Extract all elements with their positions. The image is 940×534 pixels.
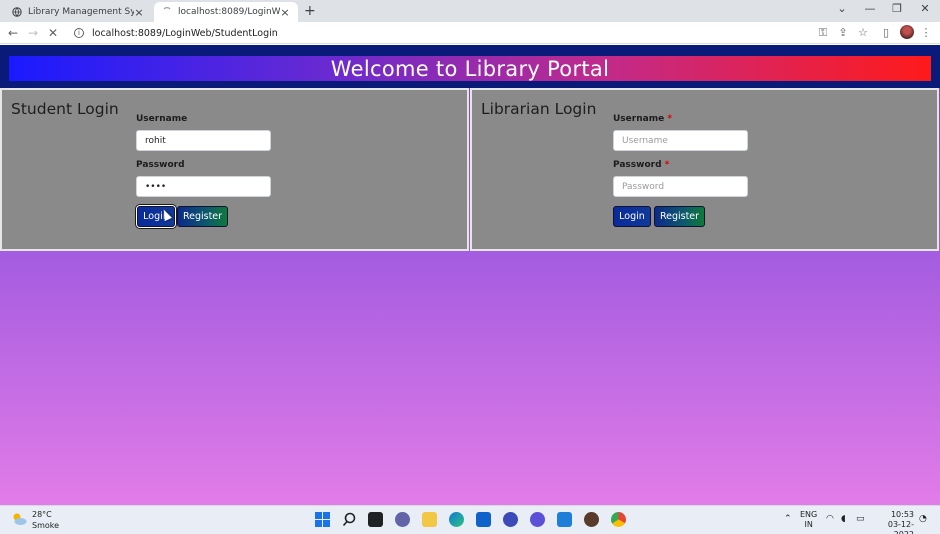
chat-icon[interactable] bbox=[395, 512, 410, 527]
password-label: Password * bbox=[613, 160, 669, 170]
stop-loading-icon[interactable]: ✕ bbox=[46, 26, 60, 40]
password-label: Password bbox=[136, 160, 185, 170]
file-explorer-icon[interactable] bbox=[422, 512, 437, 527]
tab-search-icon[interactable]: ⌄ bbox=[834, 2, 850, 15]
weather-temperature: 28°C bbox=[32, 510, 52, 519]
site-info-icon[interactable]: i bbox=[74, 28, 84, 38]
tab-title: localhost:8089/LoginWeb/Stude bbox=[178, 7, 280, 17]
weather-sun-cloud-icon[interactable] bbox=[11, 512, 27, 526]
region-code: IN bbox=[804, 520, 813, 529]
tab-title: Library Management System bbox=[28, 7, 134, 17]
student-password-input[interactable]: •••• bbox=[136, 176, 271, 197]
edge-browser-icon[interactable] bbox=[449, 512, 464, 527]
app-icon[interactable] bbox=[503, 512, 518, 527]
username-label: Username bbox=[136, 114, 188, 124]
chevron-up-icon[interactable]: ⌃ bbox=[784, 514, 792, 524]
password-value: •••• bbox=[145, 181, 167, 192]
close-icon[interactable]: × bbox=[134, 6, 144, 19]
loading-icon bbox=[162, 7, 172, 17]
tab-library-management-system[interactable]: Library Management System × bbox=[4, 2, 152, 22]
app-icon[interactable] bbox=[557, 512, 572, 527]
minimize-icon[interactable]: — bbox=[862, 2, 878, 15]
more-menu-icon[interactable]: ⋮ bbox=[919, 26, 933, 40]
wifi-icon[interactable]: ◠ bbox=[826, 514, 834, 524]
username-value: rohit bbox=[145, 135, 166, 146]
browser-tab-strip: Library Management System × localhost:80… bbox=[0, 0, 940, 22]
language-indicator[interactable]: ENG IN bbox=[800, 510, 817, 530]
notification-bell-icon[interactable]: ◔ bbox=[919, 514, 927, 524]
page-content: Welcome to Library Portal Student Login … bbox=[0, 45, 940, 505]
welcome-banner: Welcome to Library Portal bbox=[9, 56, 931, 81]
app-icon[interactable] bbox=[584, 512, 599, 527]
bookmark-star-icon[interactable]: ☆ bbox=[856, 26, 870, 40]
address-url: localhost:8089/LoginWeb/StudentLogin bbox=[92, 27, 278, 39]
password-placeholder: Password bbox=[622, 181, 665, 192]
taskbar: 28°C Smoke ⌃ ENG IN ◠ ◖ ▭ 10:53 03-12-20… bbox=[0, 505, 940, 534]
close-icon[interactable]: × bbox=[280, 6, 290, 19]
windows-start-icon[interactable] bbox=[315, 512, 330, 527]
weather-description: Smoke bbox=[32, 521, 60, 530]
restore-icon[interactable]: ❐ bbox=[889, 2, 905, 15]
librarian-password-input[interactable]: Password bbox=[613, 176, 748, 197]
username-placeholder: Username bbox=[622, 135, 668, 146]
search-icon[interactable] bbox=[342, 512, 357, 527]
chrome-browser-icon[interactable] bbox=[611, 512, 626, 527]
forward-icon[interactable]: → bbox=[26, 26, 40, 40]
librarian-login-title: Librarian Login bbox=[481, 100, 597, 118]
student-login-panel: Student Login Username rohit Password ••… bbox=[0, 88, 469, 251]
clock[interactable]: 10:53 03-12-2022 bbox=[874, 510, 914, 534]
globe-icon bbox=[12, 7, 22, 17]
side-panel-icon[interactable]: ▯ bbox=[879, 26, 893, 40]
student-login-title: Student Login bbox=[11, 100, 119, 118]
librarian-login-button[interactable]: Login bbox=[613, 206, 651, 227]
header-band: Welcome to Library Portal bbox=[0, 45, 940, 88]
share-icon[interactable]: ⇪ bbox=[836, 26, 850, 40]
librarian-register-button[interactable]: Register bbox=[654, 206, 705, 227]
username-label: Username * bbox=[613, 114, 672, 124]
clock-date: 03-12-2022 bbox=[887, 520, 914, 534]
key-icon[interactable]: ⚿ bbox=[816, 26, 830, 40]
battery-icon[interactable]: ▭ bbox=[856, 514, 865, 524]
page-title: Welcome to Library Portal bbox=[330, 56, 610, 81]
password-label-text: Password bbox=[613, 160, 662, 170]
librarian-login-panel: Librarian Login Username * Username Pass… bbox=[470, 88, 939, 251]
language-code: ENG bbox=[800, 510, 818, 519]
clock-time: 10:53 bbox=[890, 510, 914, 519]
username-label-text: Username bbox=[613, 114, 665, 124]
new-tab-icon[interactable]: + bbox=[304, 3, 316, 19]
student-username-input[interactable]: rohit bbox=[136, 130, 271, 151]
tab-student-login[interactable]: localhost:8089/LoginWeb/Stude × bbox=[154, 2, 298, 22]
librarian-username-input[interactable]: Username bbox=[613, 130, 748, 151]
store-icon[interactable] bbox=[476, 512, 491, 527]
task-view-icon[interactable] bbox=[368, 512, 383, 527]
back-icon[interactable]: ← bbox=[6, 26, 20, 40]
required-mark: * bbox=[664, 160, 670, 170]
student-register-button[interactable]: Register bbox=[177, 206, 228, 227]
app-icon[interactable] bbox=[530, 512, 545, 527]
profile-avatar[interactable] bbox=[900, 25, 914, 39]
required-mark: * bbox=[667, 114, 673, 124]
window-close-icon[interactable]: ✕ bbox=[917, 2, 933, 15]
address-bar[interactable]: i localhost:8089/LoginWeb/StudentLogin bbox=[68, 24, 808, 42]
volume-icon[interactable]: ◖ bbox=[841, 514, 846, 524]
browser-toolbar: ← → ✕ i localhost:8089/LoginWeb/StudentL… bbox=[0, 22, 940, 44]
